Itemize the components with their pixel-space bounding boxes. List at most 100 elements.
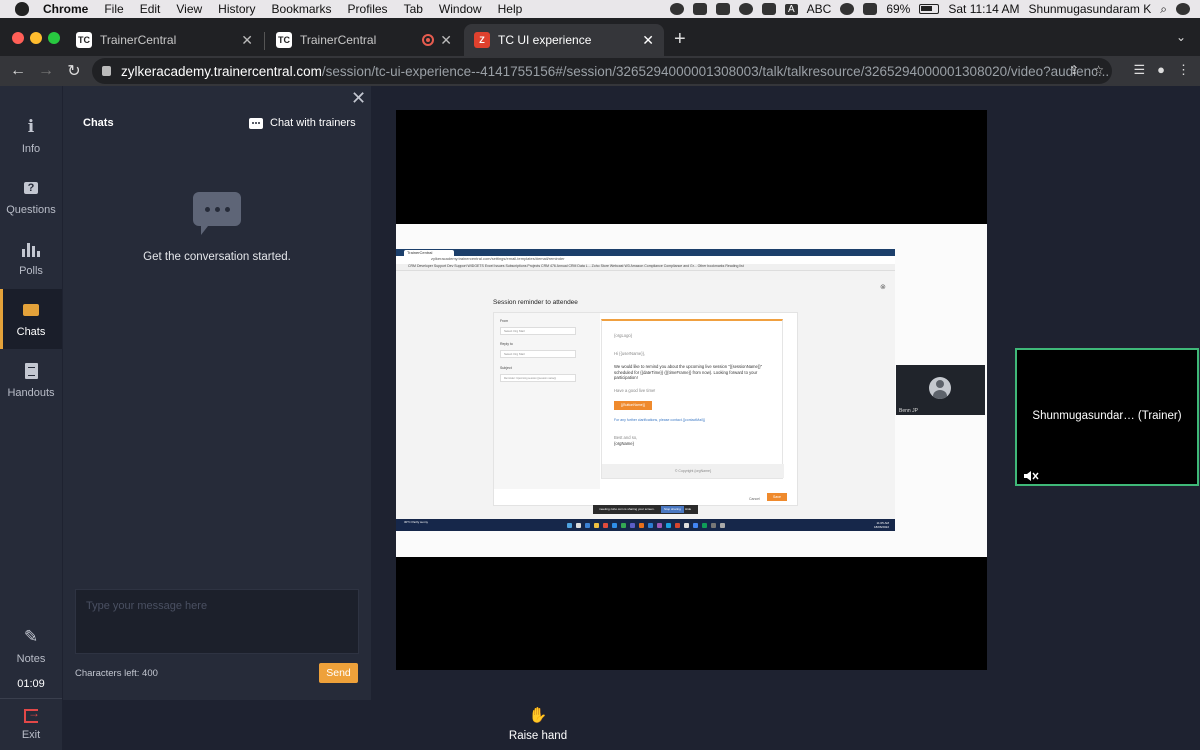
- shared-email-template-dialog: From Select Org Mail Reply to Select Org…: [493, 312, 798, 506]
- shared-email-preview: {orgLogo} Hi {{userName}}, We would like…: [601, 319, 784, 479]
- menu-tab[interactable]: Tab: [404, 2, 423, 16]
- volume-icon[interactable]: [863, 3, 878, 15]
- question-icon: ?: [23, 178, 39, 198]
- bookmark-star-icon[interactable]: ☆: [1093, 63, 1104, 77]
- menu-file[interactable]: File: [104, 2, 123, 16]
- handout-icon: [24, 361, 38, 381]
- browser-tab-strip: TC TrainerCentral ✕ TC TrainerCentral ✕ …: [0, 18, 1200, 56]
- sidebar-item-questions[interactable]: ? Questions: [0, 167, 62, 227]
- input-source-badge[interactable]: A: [784, 3, 798, 15]
- forward-arrow-icon[interactable]: →: [32, 62, 60, 80]
- tab-close-icon[interactable]: ✕: [241, 32, 253, 49]
- address-bar[interactable]: zylkeracademy.trainercentral.com /sessio…: [92, 58, 1112, 84]
- bluetooth-icon[interactable]: [761, 3, 776, 15]
- status-tray-icon[interactable]: [669, 3, 684, 15]
- more-menu-icon[interactable]: ⋮: [1177, 62, 1190, 78]
- shared-close-icon: ⊗: [880, 284, 886, 291]
- notes-edit-icon: ✎: [23, 627, 39, 646]
- shared-address-bar: zylkeracademy.trainercentral.com/setting…: [396, 256, 895, 264]
- trainer-name: Shunmugasundar… (Trainer): [1032, 410, 1182, 422]
- lock-icon[interactable]: [102, 66, 111, 76]
- sidebar-item-handouts[interactable]: Handouts: [0, 350, 62, 410]
- shared-email-body: We would like to remind you about the up…: [614, 364, 763, 380]
- shared-sharing-banner: meeting.zoho.com is sharing your screen.…: [593, 505, 698, 514]
- window-minimize-button[interactable]: [30, 32, 42, 44]
- chat-panel: Chats Chat with trainers Get the convers…: [63, 86, 371, 700]
- menu-view[interactable]: View: [176, 2, 202, 16]
- menu-app-chrome[interactable]: Chrome: [43, 2, 88, 16]
- side-navigation: i Info ? Questions Polls Chats Handouts …: [0, 86, 62, 750]
- new-tab-button[interactable]: +: [674, 28, 686, 51]
- reload-icon[interactable]: ↻: [60, 61, 88, 81]
- shared-join-button: {{ButtonName}}: [614, 401, 652, 410]
- tab-close-icon[interactable]: ✕: [440, 32, 452, 49]
- profile-icon[interactable]: ●: [1157, 62, 1165, 78]
- tab-search-chevron-icon[interactable]: ⌄: [1176, 30, 1186, 44]
- tab-close-icon[interactable]: ✕: [642, 32, 654, 49]
- shared-subject-field: Reminder: Upcoming session {{session nam…: [500, 374, 576, 382]
- menubar-clock[interactable]: Sat 11:14 AM: [948, 2, 1019, 16]
- trainer-video-tile[interactable]: Shunmugasundar… (Trainer): [1015, 348, 1199, 486]
- shared-save-button: Save: [767, 493, 787, 501]
- chat-with-trainers-link[interactable]: Chat with trainers: [249, 117, 356, 129]
- sidebar-item-info[interactable]: i Info: [0, 106, 62, 166]
- chat-panel-title: Chats: [83, 117, 114, 129]
- menu-history[interactable]: History: [218, 2, 255, 16]
- sidebar-item-notes[interactable]: ✎ Notes: [0, 616, 62, 676]
- sidebar-item-label: Chats: [16, 326, 46, 338]
- menu-help[interactable]: Help: [498, 2, 523, 16]
- characters-left-counter: Characters left: 400: [75, 668, 158, 679]
- menu-edit[interactable]: Edit: [140, 2, 161, 16]
- wifi-icon[interactable]: [840, 3, 855, 15]
- raise-hand-label: Raise hand: [508, 730, 568, 742]
- window-close-button[interactable]: [12, 32, 24, 44]
- menu-bookmarks[interactable]: Bookmarks: [272, 2, 332, 16]
- back-arrow-icon[interactable]: ←: [4, 62, 32, 80]
- browser-tab-1[interactable]: TC TrainerCentral ✕: [66, 24, 263, 56]
- shared-dialog-title: Session reminder to attendee: [493, 299, 578, 306]
- menubar-user[interactable]: Shunmugasundaram K: [1029, 2, 1152, 16]
- window-zoom-button[interactable]: [48, 32, 60, 44]
- shared-org-logo: {orgLogo}: [614, 333, 633, 338]
- chat-with-trainers-label: Chat with trainers: [270, 117, 356, 129]
- shared-email-footer: © Copyright {orgName}: [602, 464, 784, 478]
- battery-icon[interactable]: [919, 4, 940, 14]
- chat-message-input[interactable]: [75, 589, 359, 654]
- avatar: [929, 377, 951, 399]
- apple-icon[interactable]: [15, 2, 29, 16]
- shared-reply-label: Reply to: [500, 342, 513, 346]
- shared-greeting: Hi {{userName}},: [614, 351, 646, 356]
- menu-window[interactable]: Window: [439, 2, 482, 16]
- macos-menu-bar: Chrome File Edit View History Bookmarks …: [0, 0, 1200, 18]
- sidebar-item-chats[interactable]: Chats: [0, 289, 62, 349]
- shared-windows-taskbar: 30°C Partly sunny 11:05 AM 18/06/2022: [396, 519, 895, 531]
- sidebar-item-label: Handouts: [7, 387, 55, 399]
- sidebar-item-polls[interactable]: Polls: [0, 228, 62, 288]
- tab-title: TC UI experience: [498, 33, 592, 47]
- menu-profiles[interactable]: Profiles: [348, 2, 388, 16]
- shared-bookmarks-bar: CRM Developer Support Dev Support WIDGET…: [396, 264, 895, 271]
- share-icon[interactable]: ⇪: [1069, 63, 1079, 77]
- shared-form-column: From Select Org Mail Reply to Select Org…: [494, 313, 600, 489]
- browser-tab-2[interactable]: TC TrainerCentral ✕: [266, 24, 462, 56]
- zoho-favicon: Z: [474, 32, 490, 48]
- browser-tab-active[interactable]: Z TC UI experience ✕: [464, 24, 664, 56]
- k-app-tray-icon[interactable]: [692, 3, 707, 15]
- exit-button[interactable]: Exit: [0, 700, 62, 750]
- input-source-label[interactable]: ABC: [807, 2, 832, 16]
- wordpress-tray-icon[interactable]: [738, 3, 753, 15]
- sidebar-item-label: Questions: [6, 204, 56, 216]
- close-panel-icon[interactable]: ✕: [351, 88, 366, 109]
- shared-signoff: Best and so,: [614, 435, 638, 440]
- reading-list-icon[interactable]: ☰: [1133, 62, 1145, 78]
- spotlight-search-icon[interactable]: ⌕: [1160, 2, 1167, 17]
- control-center-icon[interactable]: [1176, 3, 1190, 15]
- shared-reply-field: Select Org Mail: [500, 350, 576, 358]
- exit-label: Exit: [21, 729, 41, 741]
- calendar-tray-icon[interactable]: [715, 3, 730, 15]
- shared-banner-text: meeting.zoho.com is sharing your screen.: [599, 507, 655, 511]
- chat-icon: [23, 300, 39, 320]
- send-button[interactable]: Send: [319, 663, 358, 683]
- shared-screen-content: TrainerCentral zylkeracademy.trainercent…: [396, 249, 895, 531]
- raise-hand-button[interactable]: ✋ Raise hand: [500, 706, 576, 742]
